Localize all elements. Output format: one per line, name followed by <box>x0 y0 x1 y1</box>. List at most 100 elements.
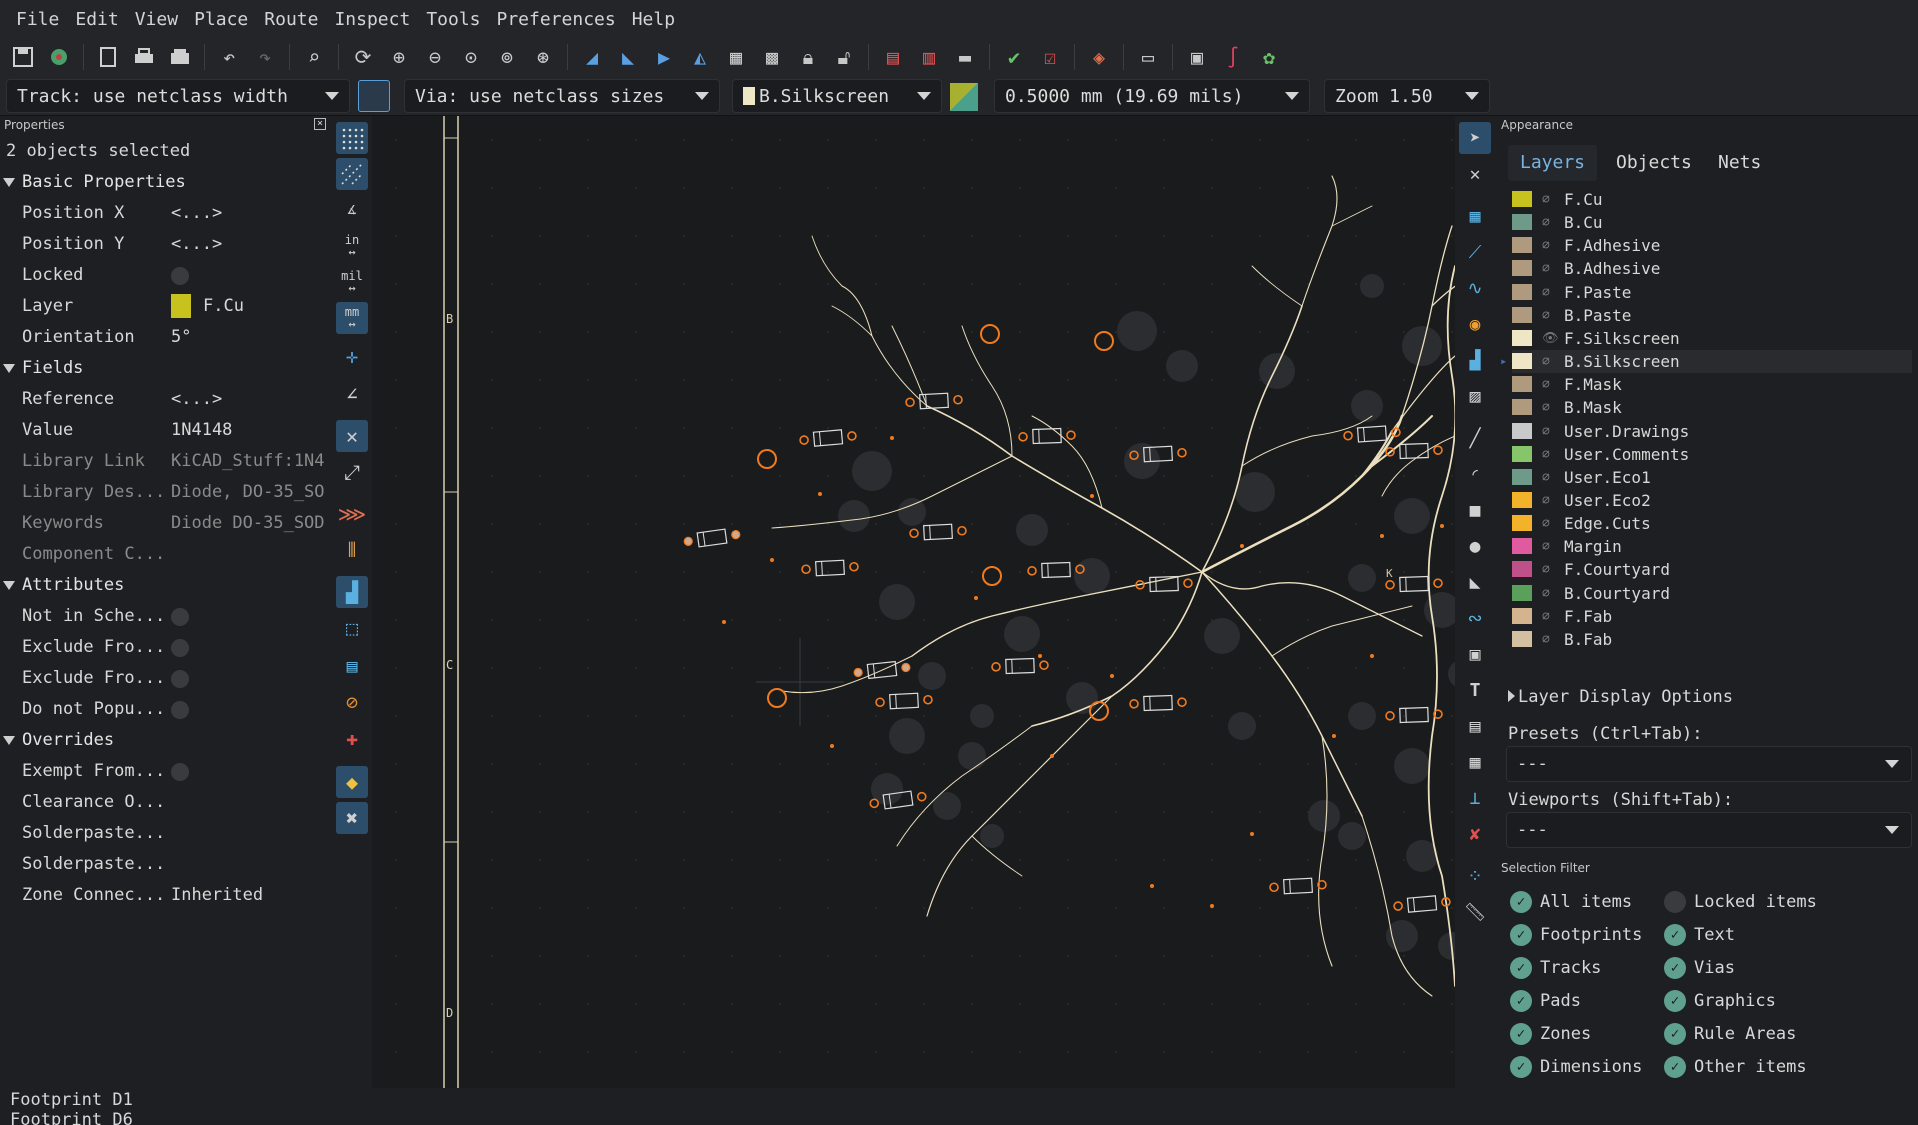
zoom-fit-icon[interactable]: ⊙ <box>456 42 486 72</box>
refresh-icon[interactable]: ⟳ <box>348 42 378 72</box>
place-footprint-icon[interactable]: ▦ <box>1459 200 1491 232</box>
checkmark-icon[interactable]: ✓ <box>1664 990 1686 1012</box>
menu-inspect[interactable]: Inspect <box>326 0 418 40</box>
layer-color-swatch[interactable] <box>1512 399 1532 416</box>
page-settings-icon[interactable] <box>93 42 123 72</box>
visibility-eye-icon[interactable]: ⌀ <box>1542 582 1550 605</box>
route-track-icon[interactable]: ⟋ <box>1459 236 1491 268</box>
property-library-link[interactable]: Library Link KiCAD_Stuff:1N4 <box>0 446 330 477</box>
selection-filter-item[interactable]: ✓ Footprints <box>1510 922 1642 948</box>
track-width-select[interactable]: Track: use netclass width <box>6 79 350 113</box>
draw-line-icon[interactable]: ╱ <box>1459 422 1491 454</box>
draw-circle-icon[interactable]: ● <box>1459 530 1491 562</box>
property-orientation[interactable]: Orientation 5° <box>0 322 330 353</box>
plugin-icon[interactable]: ✿ <box>1254 42 1284 72</box>
section-fields[interactable]: Fields <box>0 353 330 384</box>
layer-row[interactable]: ⌀ User.Comments <box>1512 443 1912 466</box>
undo-icon[interactable]: ↶ <box>214 42 244 72</box>
add-zone-icon[interactable]: ▟ <box>1459 344 1491 376</box>
layer-color-swatch[interactable] <box>1512 630 1532 647</box>
selection-filter-item[interactable]: ✓ Vias <box>1664 955 1735 981</box>
checkmark-icon[interactable]: ✓ <box>1664 924 1686 946</box>
layer-color-swatch[interactable] <box>1512 306 1532 323</box>
property-exempt-from-courtyard[interactable]: Exempt From... <box>0 756 330 787</box>
layer-row[interactable]: ⌀ Edge.Cuts <box>1512 512 1912 535</box>
visibility-eye-icon[interactable]: ⌀ <box>1542 420 1550 443</box>
visibility-eye-icon[interactable]: ⌀ <box>1542 281 1550 304</box>
checkmark-icon[interactable]: ✓ <box>1510 1023 1532 1045</box>
close-icon[interactable]: × <box>314 118 326 130</box>
property-do-not-populate[interactable]: Do not Popu... <box>0 694 330 725</box>
layer-color-swatch[interactable] <box>1512 214 1532 231</box>
presets-select[interactable]: --- <box>1506 746 1912 782</box>
property-solderpaste-1[interactable]: Solderpaste... <box>0 818 330 849</box>
units-mil-icon[interactable]: mil ↔ <box>336 266 368 298</box>
visibility-eye-icon[interactable]: ⌀ <box>1542 558 1550 581</box>
property-position-y[interactable]: Position Y <...> <box>0 229 330 260</box>
property-value[interactable]: Diode, DO-35_SO <box>171 477 331 508</box>
property-clearance-override[interactable]: Clearance O... <box>0 787 330 818</box>
unchecked-circle-icon[interactable]: ✓ <box>1664 891 1686 913</box>
layer-color-swatch[interactable] <box>1512 468 1532 485</box>
menu-place[interactable]: Place <box>186 0 256 40</box>
polar-coords-icon[interactable]: ∡ <box>336 194 368 226</box>
checkbox[interactable] <box>171 670 189 688</box>
checkmark-icon[interactable]: ✓ <box>1664 1056 1686 1078</box>
zoom-select[interactable]: Zoom 1.50 <box>1324 79 1490 113</box>
via-fill-icon[interactable]: ⊘ <box>336 686 368 718</box>
property-not-in-schematic[interactable]: Not in Sche... <box>0 601 330 632</box>
zoom-selection-icon[interactable]: ⊛ <box>528 42 558 72</box>
zoom-objects-icon[interactable]: ⊚ <box>492 42 522 72</box>
layer-color-swatch[interactable] <box>1512 584 1532 601</box>
tab-nets[interactable]: Nets <box>1706 145 1773 181</box>
properties-toggle-icon[interactable]: ✖ <box>336 802 368 834</box>
checkmark-icon[interactable]: ✓ <box>1664 1023 1686 1045</box>
add-dimension-icon[interactable]: ⊥ <box>1459 782 1491 814</box>
layer-row[interactable]: ▸ ⌀ B.Silkscreen <box>1500 350 1912 374</box>
menu-file[interactable]: File <box>8 0 67 40</box>
section-overrides[interactable]: Overrides <box>0 725 330 756</box>
draw-polygon-icon[interactable]: ◣ <box>1459 566 1491 598</box>
visibility-eye-icon[interactable]: ⌀ <box>1542 211 1550 234</box>
visibility-eye-icon[interactable]: ⌀ <box>1542 443 1550 466</box>
section-attributes[interactable]: Attributes <box>0 570 330 601</box>
checkmark-icon[interactable]: ✓ <box>1510 1056 1532 1078</box>
visibility-eye-icon[interactable]: ⌀ <box>1542 535 1550 558</box>
net-highlight-icon[interactable]: ⋙ <box>336 498 368 530</box>
rotate-cw-icon[interactable]: ◣ <box>613 42 643 72</box>
property-value[interactable]: Diode DO-35_SOD <box>171 508 331 539</box>
checkbox[interactable] <box>171 608 189 626</box>
via-size-select[interactable]: Via: use netclass sizes <box>404 79 720 113</box>
property-solderpaste-2[interactable]: Solderpaste... <box>0 849 330 880</box>
visibility-eye-icon[interactable]: ⌀ <box>1542 304 1550 327</box>
property-value[interactable]: KiCAD_Stuff:1N4 <box>171 446 331 477</box>
selection-filter-item[interactable]: ✓ Rule Areas <box>1664 1021 1796 1047</box>
layer-color-swatch[interactable] <box>1512 237 1532 254</box>
property-keywords[interactable]: Keywords Diode DO-35_SOD <box>0 508 330 539</box>
select-arrow-icon[interactable]: ➤ <box>1459 122 1491 154</box>
menu-preferences[interactable]: Preferences <box>489 0 624 40</box>
visibility-eye-icon[interactable]: ⌀ <box>1542 466 1550 489</box>
rotate-ccw-icon[interactable]: ◢ <box>577 42 607 72</box>
grid-overrides-icon[interactable] <box>336 158 368 190</box>
layer-color-swatch[interactable] <box>1512 353 1532 370</box>
property-value[interactable]: <...> <box>171 384 331 415</box>
property-value[interactable]: F.Cu <box>203 296 244 316</box>
visibility-eye-icon[interactable]: ⌀ <box>1542 489 1550 512</box>
draw-arc-icon[interactable]: ◜ <box>1459 458 1491 490</box>
locked-checkbox[interactable] <box>171 267 189 285</box>
layer-row[interactable]: ⌀ F.Courtyard <box>1512 558 1912 581</box>
property-value[interactable]: 1N4148 <box>171 415 331 446</box>
redo-icon[interactable]: ↷ <box>250 42 280 72</box>
plot-icon[interactable] <box>165 42 195 72</box>
visibility-eye-icon[interactable]: ⌀ <box>1542 628 1550 651</box>
scripting-console-icon[interactable]: ▭ <box>1133 42 1163 72</box>
zoom-in-icon[interactable]: ⊕ <box>384 42 414 72</box>
property-layer[interactable]: Layer F.Cu <box>0 291 330 322</box>
units-inch-icon[interactable]: in ↔ <box>336 230 368 262</box>
menu-route[interactable]: Route <box>256 0 326 40</box>
ungroup-icon[interactable]: ▩ <box>757 42 787 72</box>
layer-row[interactable]: ⌀ User.Eco2 <box>1512 489 1912 512</box>
grid-icon[interactable] <box>336 122 368 154</box>
delete-tool-icon[interactable]: ✘ <box>1459 818 1491 850</box>
